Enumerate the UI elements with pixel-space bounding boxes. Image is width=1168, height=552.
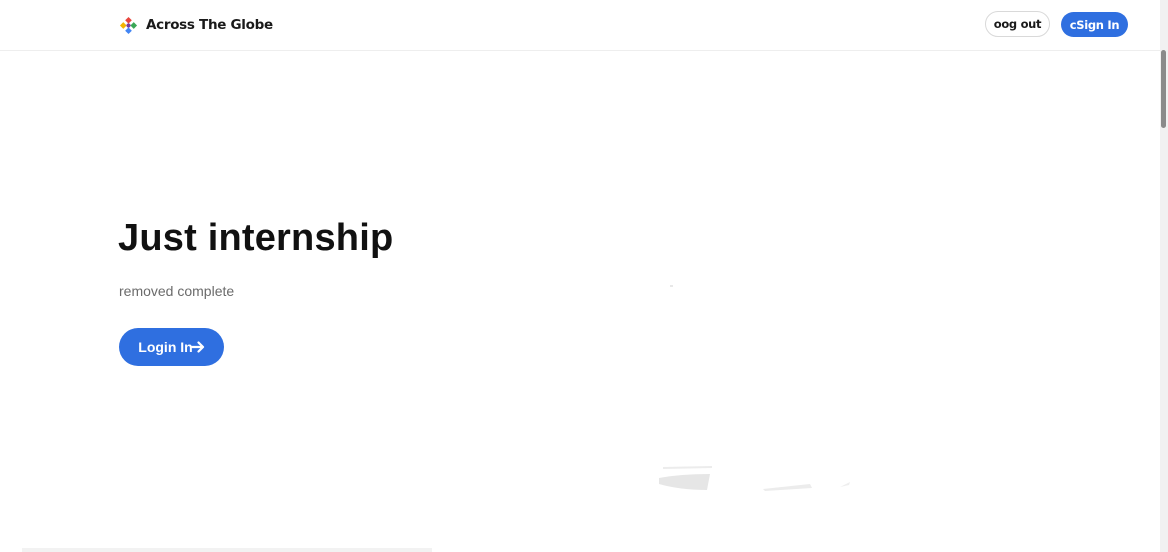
decorative-illustration-fragment	[659, 466, 850, 491]
sign-in-button[interactable]: cSign In	[1061, 12, 1128, 37]
login-in-button-label: Login In	[138, 339, 193, 355]
login-in-button[interactable]: Login In	[119, 328, 224, 366]
hero-title: Just internship	[118, 217, 394, 259]
colorful-globe-logo-icon	[119, 16, 138, 34]
hero-subtitle: removed complete	[119, 283, 235, 299]
page: Across The Globe oog out cSign In Just i…	[0, 0, 1168, 552]
brand-name: Across The Globe	[146, 17, 273, 33]
decorative-speck	[670, 285, 673, 287]
bottom-divider	[22, 548, 432, 552]
brand[interactable]: Across The Globe	[119, 15, 273, 35]
top-navigation-bar: Across The Globe oog out cSign In	[0, 0, 1160, 51]
scrollbar-thumb[interactable]	[1161, 50, 1166, 128]
log-out-button[interactable]: oog out	[985, 11, 1050, 37]
arrow-right-icon	[190, 341, 204, 353]
vertical-scrollbar[interactable]	[1160, 0, 1168, 552]
